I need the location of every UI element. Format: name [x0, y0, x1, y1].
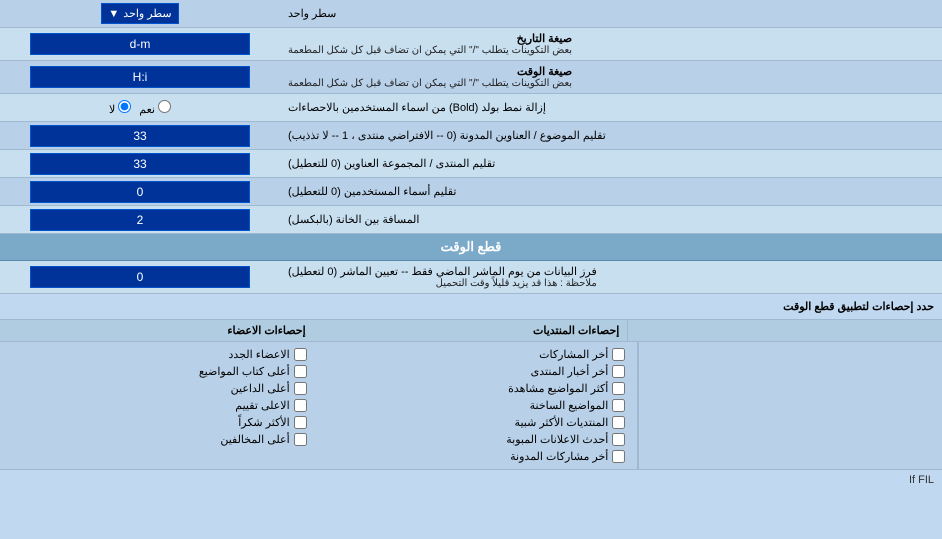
- cb-last-posts[interactable]: [612, 348, 625, 361]
- list-item: المنتديات الأكثر شبية: [327, 414, 630, 431]
- list-item: أكثر المواضيع مشاهدة: [327, 380, 630, 397]
- display-label: سطر واحد: [280, 0, 942, 27]
- row-display: سطر واحد سطر واحد ▼: [0, 0, 942, 28]
- cb-last-forum-news[interactable]: [612, 365, 625, 378]
- checkboxes-area: أخر المشاركات أخر أخبار المنتدى أكثر الم…: [0, 342, 942, 469]
- forum-group-label-cell: تقليم المنتدى / المجموعة العناوين (0 للت…: [280, 150, 942, 177]
- list-item: أعلى كتاب المواضيع: [8, 363, 311, 380]
- spacing-label-cell: المسافة بين الخانة (بالبكسل): [280, 206, 942, 233]
- bold-label: إزالة نمط بولد (Bold) من اسماء المستخدمي…: [288, 101, 546, 114]
- cb-most-thanked[interactable]: [294, 416, 307, 429]
- checkboxes-section: حدد إحصاءات لتطبيق قطع الوقت إحصاءات الم…: [0, 294, 942, 469]
- date-format-input[interactable]: [30, 33, 250, 55]
- list-item: الأكثر شكراً: [8, 414, 311, 431]
- list-item: أخر مشاركات المدونة: [327, 448, 630, 465]
- forum-group-input[interactable]: [30, 153, 250, 175]
- checkboxes-col-headers: إحصاءات المنتديات إحصاءات الاعضاء: [0, 320, 942, 342]
- row-date-format: صيغة التاريخ بعض التكوينات يتطلب "/" الت…: [0, 28, 942, 61]
- cutoff-input[interactable]: [30, 266, 250, 288]
- list-item: الاعضاء الجدد: [8, 346, 311, 363]
- list-item: الاعلى تقييم: [8, 397, 311, 414]
- bold-input-cell: نعم لا: [0, 94, 280, 121]
- threads-label-cell: تقليم الموضوع / العناوين المدونة (0 -- ا…: [280, 122, 942, 149]
- list-item: أحدث الاعلانات المبوبة: [327, 431, 630, 448]
- time-format-input[interactable]: [30, 66, 250, 88]
- row-spacing: المسافة بين الخانة (بالبكسل): [0, 206, 942, 234]
- row-time-format: صيغة الوقت بعض التكوينات يتطلب "/" التي …: [0, 61, 942, 94]
- forum-group-label: تقليم المنتدى / المجموعة العناوين (0 للت…: [288, 157, 495, 170]
- bold-no-radio[interactable]: [118, 100, 131, 113]
- cutoff-input-cell: [0, 261, 280, 293]
- row-bold: إزالة نمط بولد (Bold) من اسماء المستخدمي…: [0, 94, 942, 122]
- list-item: أخر المشاركات: [327, 346, 630, 363]
- time-format-label-cell: صيغة الوقت بعض التكوينات يتطلب "/" التي …: [280, 61, 942, 93]
- bold-yes-label[interactable]: نعم: [139, 100, 171, 116]
- cb-top-violators[interactable]: [294, 433, 307, 446]
- cb-highest-rated[interactable]: [294, 399, 307, 412]
- cutoff-section-title: قطع الوقت: [441, 239, 502, 254]
- cutoff-section-header: قطع الوقت: [0, 234, 942, 261]
- col2-header: إحصاءات الاعضاء: [0, 320, 314, 341]
- cb-hot-topics[interactable]: [612, 399, 625, 412]
- threads-label: تقليم الموضوع / العناوين المدونة (0 -- ا…: [288, 129, 606, 142]
- cutoff-note: ملاحظة : هذا قد يزيد قليلاً وقت التحميل: [288, 278, 597, 289]
- cb-top-writers[interactable]: [294, 365, 307, 378]
- date-format-input-cell: [0, 28, 280, 60]
- bold-yes-radio[interactable]: [158, 100, 171, 113]
- list-item: أعلى المخالفين: [8, 431, 311, 448]
- display-dropdown[interactable]: سطر واحد ▼: [101, 3, 178, 24]
- spacing-input[interactable]: [30, 209, 250, 231]
- chevron-down-icon: ▼: [108, 8, 119, 20]
- spacing-input-cell: [0, 206, 280, 233]
- usernames-label-cell: تقليم أسماء المستخدمين (0 للتعطيل): [280, 178, 942, 205]
- row-threads: تقليم الموضوع / العناوين المدونة (0 -- ا…: [0, 122, 942, 150]
- col1-header: إحصاءات المنتديات: [314, 320, 629, 341]
- checkboxes-header-row: حدد إحصاءات لتطبيق قطع الوقت: [0, 294, 942, 320]
- stats-apply-label: حدد إحصاءات لتطبيق قطع الوقت: [0, 296, 942, 317]
- bold-no-label[interactable]: لا: [109, 100, 131, 116]
- date-format-title: صيغة التاريخ: [288, 32, 572, 45]
- empty-col: [638, 342, 942, 469]
- bold-label-cell: إزالة نمط بولد (Bold) من اسماء المستخدمي…: [280, 94, 942, 121]
- list-item: أخر أخبار المنتدى: [327, 363, 630, 380]
- row-usernames: تقليم أسماء المستخدمين (0 للتعطيل): [0, 178, 942, 206]
- row-forum-group: تقليم المنتدى / المجموعة العناوين (0 للت…: [0, 150, 942, 178]
- cb-latest-classified[interactable]: [612, 433, 625, 446]
- spacing-label: المسافة بين الخانة (بالبكسل): [288, 213, 419, 226]
- forum-group-input-cell: [0, 150, 280, 177]
- cb-most-viewed[interactable]: [612, 382, 625, 395]
- col2-checkboxes: الاعضاء الجدد أعلى كتاب المواضيع أعلى ال…: [0, 342, 319, 469]
- cutoff-title: فرز البيانات من يوم الماشر الماضي فقط --…: [288, 265, 597, 278]
- time-format-input-cell: [0, 61, 280, 93]
- empty-left-header: [628, 320, 942, 341]
- bottom-text: If FIL: [909, 474, 934, 486]
- main-container: سطر واحد سطر واحد ▼ صيغة التاريخ بعض الت…: [0, 0, 942, 490]
- list-item: المواضيع الساخنة: [327, 397, 630, 414]
- row-cutoff-days: فرز البيانات من يوم الماشر الماضي فقط --…: [0, 261, 942, 294]
- threads-input[interactable]: [30, 125, 250, 147]
- cb-last-blog-posts[interactable]: [612, 450, 625, 463]
- cb-top-inviters[interactable]: [294, 382, 307, 395]
- display-input-cell: سطر واحد ▼: [0, 0, 280, 27]
- usernames-label: تقليم أسماء المستخدمين (0 للتعطيل): [288, 185, 456, 198]
- bottom-bar: If FIL: [0, 469, 942, 490]
- bold-radio-group: نعم لا: [109, 100, 171, 116]
- col1-checkboxes: أخر المشاركات أخر أخبار المنتدى أكثر الم…: [319, 342, 639, 469]
- usernames-input[interactable]: [30, 181, 250, 203]
- date-format-note: بعض التكوينات يتطلب "/" التي يمكن ان تضا…: [288, 45, 572, 56]
- list-item: أعلى الداعين: [8, 380, 311, 397]
- time-format-note: بعض التكوينات يتطلب "/" التي يمكن ان تضا…: [288, 78, 572, 89]
- cb-most-similar-forums[interactable]: [612, 416, 625, 429]
- cutoff-label-cell: فرز البيانات من يوم الماشر الماضي فقط --…: [280, 261, 942, 293]
- cb-new-members[interactable]: [294, 348, 307, 361]
- threads-input-cell: [0, 122, 280, 149]
- usernames-input-cell: [0, 178, 280, 205]
- date-format-label-cell: صيغة التاريخ بعض التكوينات يتطلب "/" الت…: [280, 28, 942, 60]
- time-format-title: صيغة الوقت: [288, 65, 572, 78]
